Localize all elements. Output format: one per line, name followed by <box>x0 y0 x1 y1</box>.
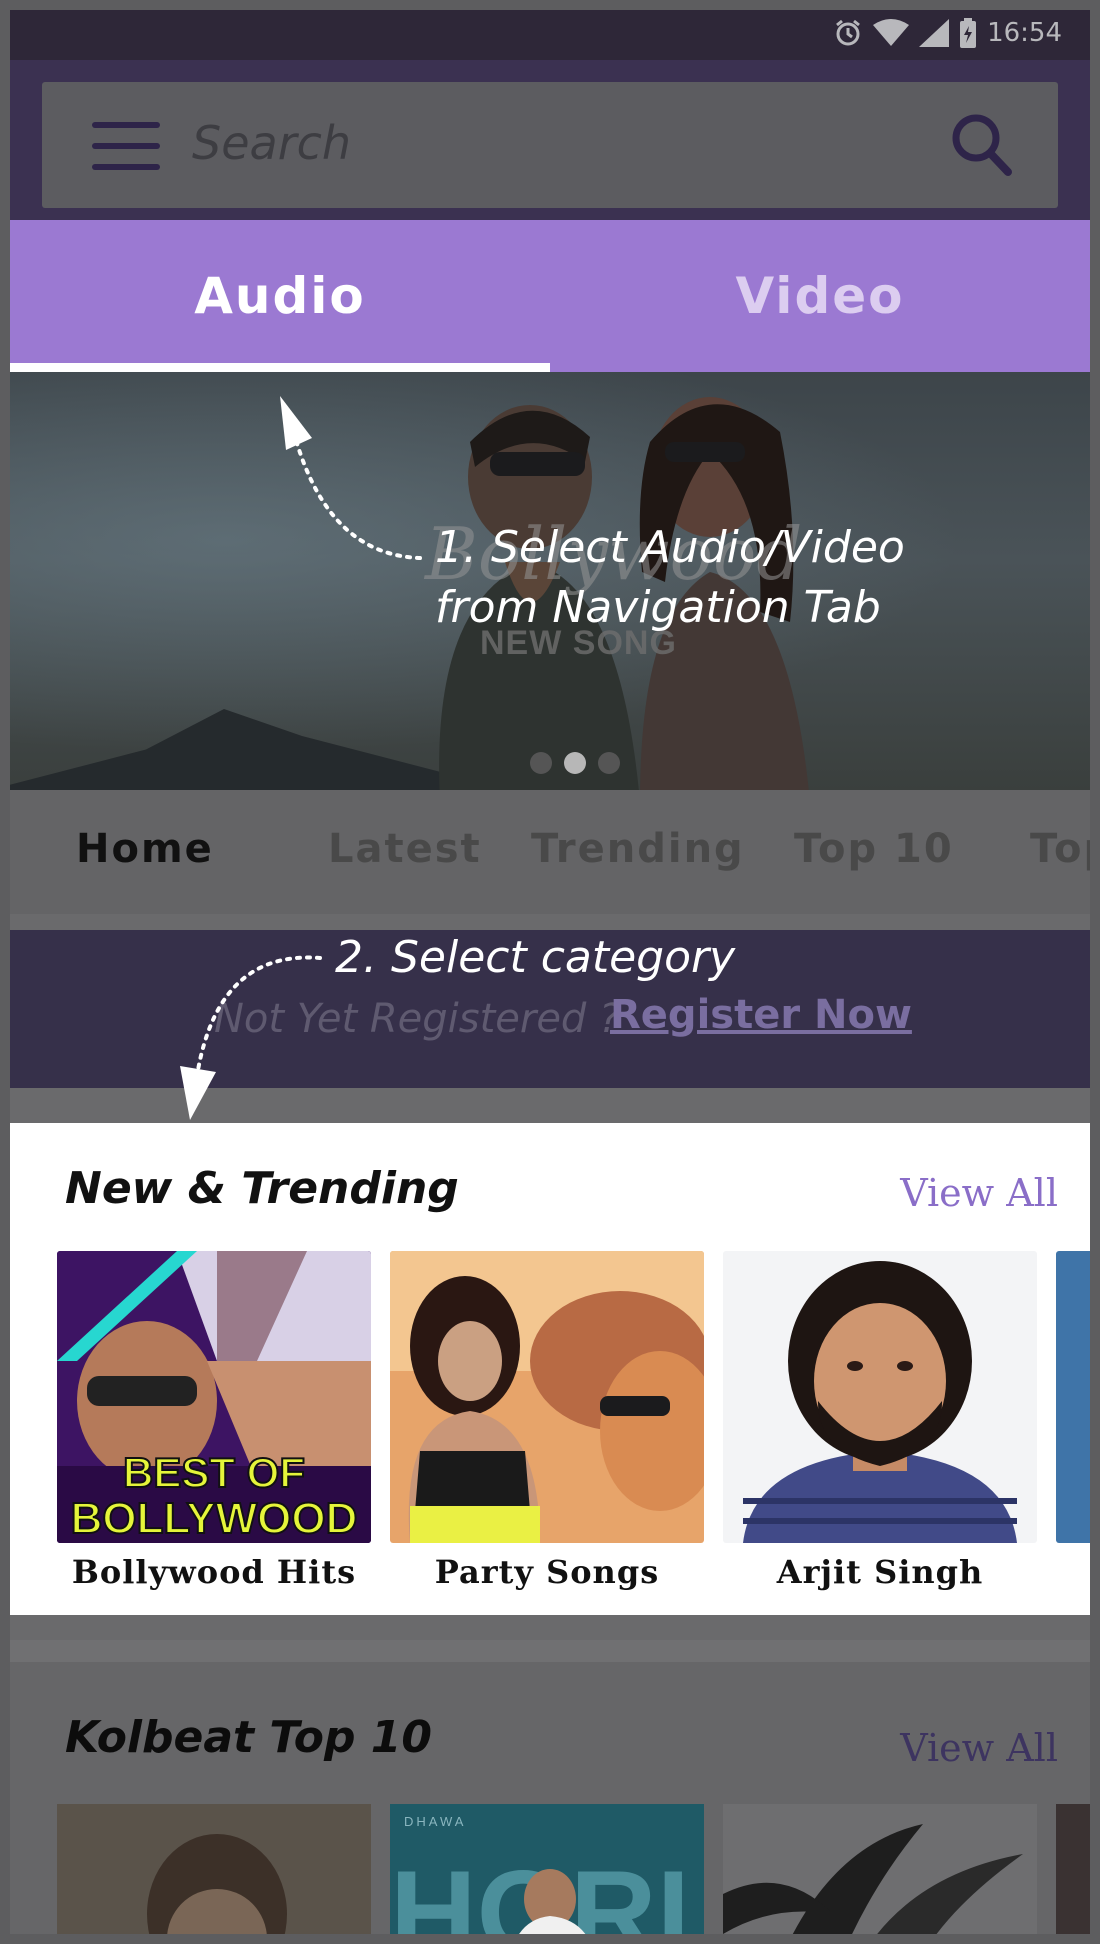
view-all-link[interactable]: View All <box>900 1171 1058 1215</box>
category-tabs: Home Latest Trending Top 10 Top <box>10 790 1090 914</box>
pagination-dot-active[interactable] <box>564 752 586 774</box>
hamburger-menu-icon[interactable] <box>92 122 160 170</box>
playlist-tile-bollywood-hits[interactable]: BEST OF BOLLYWOOD <box>57 1251 371 1543</box>
search-icon[interactable] <box>950 112 1014 182</box>
art-text: BEST OF <box>123 1449 305 1496</box>
annotation-arrow-1 <box>280 396 422 560</box>
app-header: Search <box>10 60 1090 230</box>
poster-text: DHAWA <box>404 1814 466 1829</box>
party-songs-art <box>390 1251 704 1543</box>
kolbeat-top10-section: Kolbeat Top 10 View All DHAWA HORI <box>10 1662 1090 1934</box>
banner-pagination <box>530 752 620 774</box>
tile-label: Arjit Singh <box>776 1553 984 1591</box>
status-time: 16:54 <box>987 18 1062 48</box>
app-screen: 16:54 Search Audio Video Bollywood NEW S… <box>10 10 1090 1934</box>
top10-tile[interactable] <box>723 1804 1037 1934</box>
category-latest[interactable]: Latest <box>328 826 482 872</box>
view-all-link[interactable]: View All <box>900 1726 1058 1770</box>
bollywood-hits-art: BEST OF BOLLYWOOD <box>57 1251 371 1543</box>
top10-tile[interactable]: DHAWA HORI <box>390 1804 704 1934</box>
tab-audio-label: Audio <box>194 267 366 325</box>
partial-tile[interactable] <box>1056 1804 1090 1934</box>
signal-icon <box>919 19 950 47</box>
pagination-dot[interactable] <box>530 752 552 774</box>
category-top-10[interactable]: Top 10 <box>794 826 954 872</box>
annotation-step2: 2. Select category <box>335 932 736 983</box>
tile-label: Party Songs <box>434 1553 660 1591</box>
art-text: BOLLYWOOD <box>71 1494 358 1543</box>
status-bar: 16:54 <box>10 10 1090 60</box>
status-icons: 16:54 <box>833 18 1062 48</box>
artist-tile-arjit-singh[interactable] <box>723 1251 1037 1543</box>
new-trending-section: New & Trending View All BEST OF BOLLYWOO… <box>10 1123 1090 1615</box>
active-tab-indicator <box>10 363 550 372</box>
wifi-icon <box>873 19 910 47</box>
arjit-singh-art <box>723 1251 1037 1543</box>
annotation-arrow-2 <box>180 955 322 1120</box>
section-title: Kolbeat Top 10 <box>65 1712 432 1763</box>
media-tabs: Audio Video <box>10 220 1090 372</box>
playlist-tile-party-songs[interactable] <box>390 1251 704 1543</box>
tab-video[interactable]: Video <box>550 220 1090 372</box>
battery-icon <box>959 18 977 48</box>
section-divider <box>10 1640 1090 1662</box>
pagination-dot[interactable] <box>598 752 620 774</box>
alarm-icon <box>833 18 863 48</box>
annotation-step1: 1. Select Audio/Video from Navigation Ta… <box>435 522 905 633</box>
register-now-link[interactable]: Register Now <box>610 992 912 1038</box>
search-bar[interactable]: Search <box>42 82 1058 208</box>
section-title: New & Trending <box>65 1163 459 1214</box>
tile-label: Bollywood Hits <box>71 1553 357 1591</box>
category-home[interactable]: Home <box>76 826 214 872</box>
search-input[interactable]: Search <box>192 116 351 170</box>
category-trending[interactable]: Trending <box>531 826 745 872</box>
tab-audio[interactable]: Audio <box>10 220 550 372</box>
top10-tile[interactable] <box>57 1804 371 1934</box>
partial-tile[interactable] <box>1056 1251 1090 1543</box>
category-top[interactable]: Top <box>1030 826 1090 872</box>
tab-video-label: Video <box>735 267 905 325</box>
